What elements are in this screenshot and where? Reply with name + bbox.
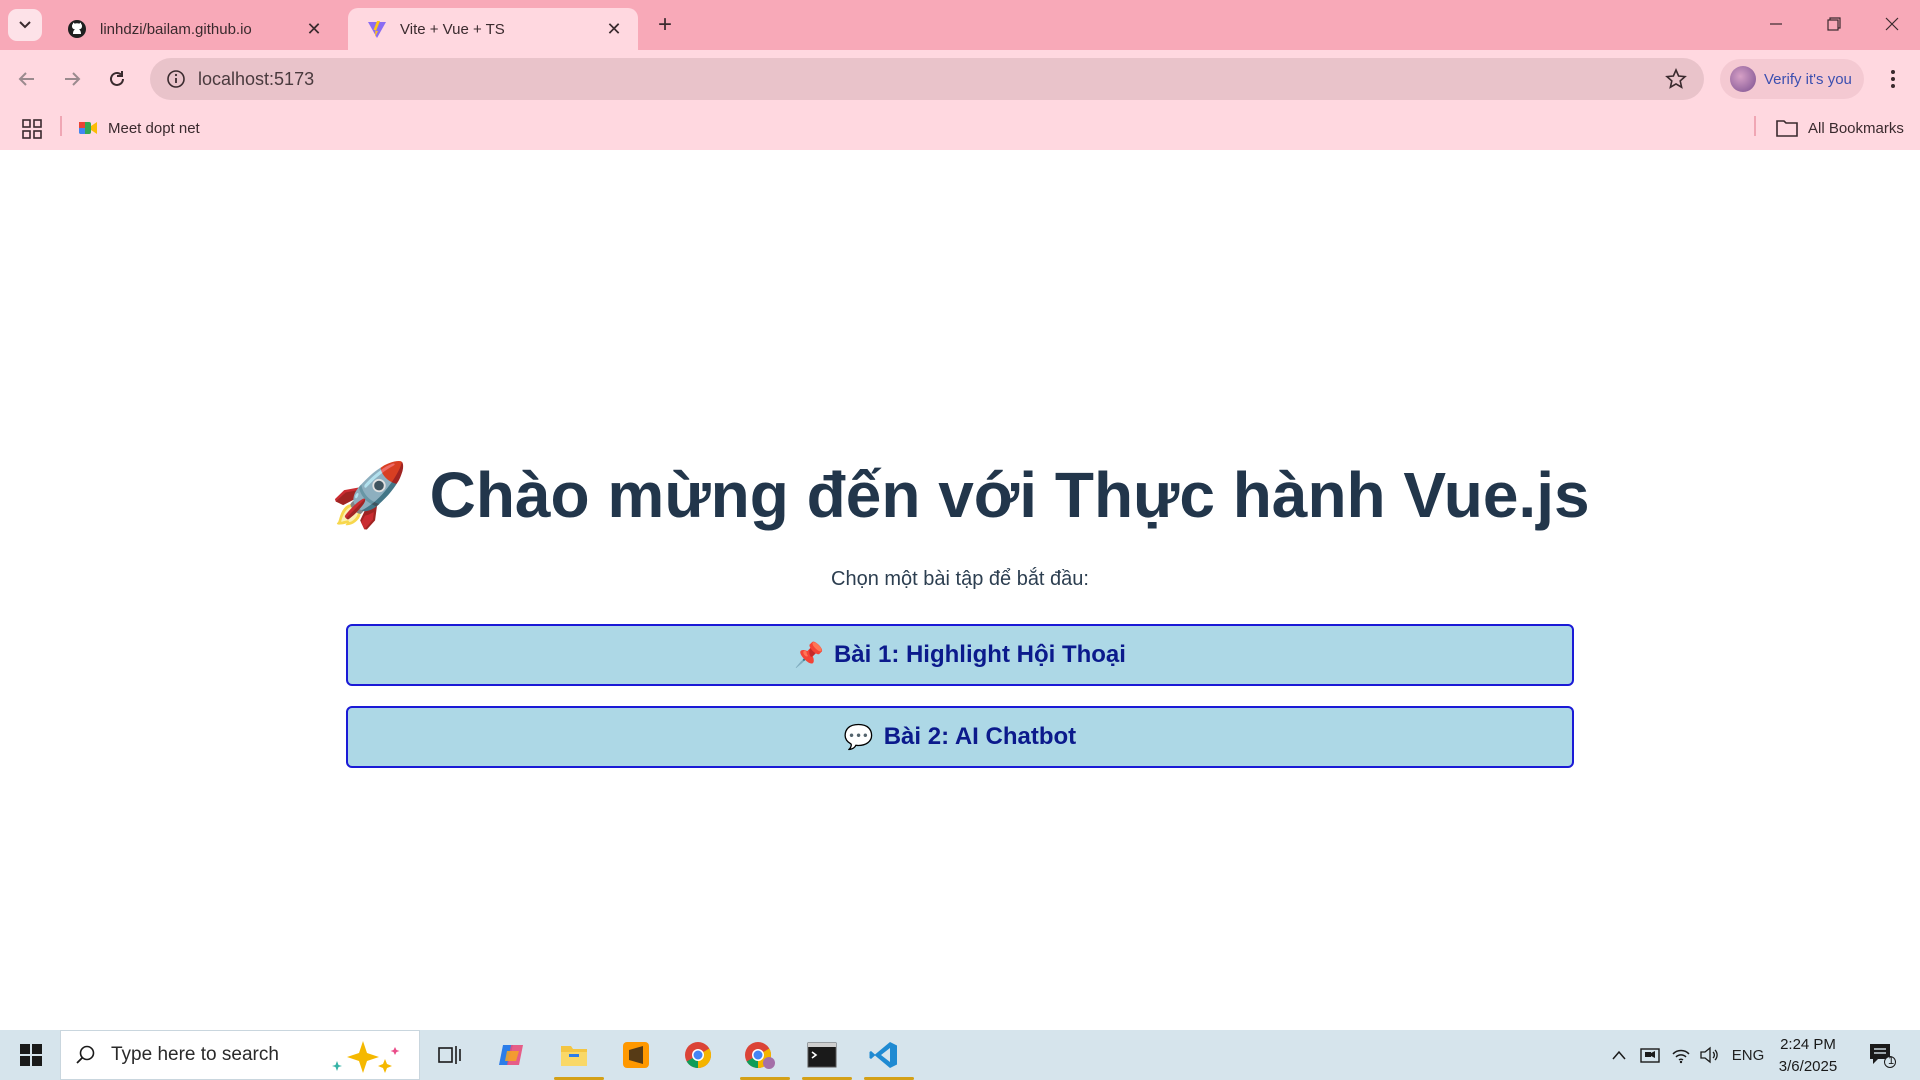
restore-button[interactable] <box>1806 0 1862 48</box>
page-title-text: Chào mừng đến với Thực hành Vue.js <box>429 459 1590 531</box>
rocket-icon: 🚀 <box>330 460 408 530</box>
task-view-button[interactable] <box>428 1035 472 1075</box>
file-explorer-icon <box>561 1046 587 1066</box>
clock-date: 3/6/2025 <box>1778 1058 1838 1075</box>
chrome-profile-icon <box>745 1042 775 1069</box>
search-icon <box>76 1045 95 1064</box>
site-info-icon[interactable] <box>154 69 198 89</box>
forward-button[interactable] <box>55 62 89 96</box>
bookmarks-bar: Meet dopt net All Bookmarks <box>0 108 1920 150</box>
terminal-button[interactable] <box>800 1035 852 1080</box>
bookmarks-divider <box>60 116 62 136</box>
notification-count: 1 <box>1888 1055 1895 1067</box>
vscode-button[interactable] <box>862 1035 914 1080</box>
show-hidden-icons-button[interactable] <box>1606 1030 1632 1080</box>
page-subtitle: Chọn một bài tập để bắt đầu: <box>831 568 1089 590</box>
task-view-icon <box>438 1046 461 1064</box>
address-bar[interactable]: localhost:5173 <box>150 58 1704 100</box>
clock-time: 2:24 PM <box>1780 1036 1836 1053</box>
copilot-button[interactable] <box>490 1035 534 1075</box>
profile-avatar <box>1730 66 1756 92</box>
bookmarks-divider <box>1754 116 1756 136</box>
copilot-icon <box>499 1045 523 1065</box>
close-tab-icon[interactable]: ✕ <box>604 19 624 39</box>
bookmark-label: Meet dopt net <box>108 119 200 137</box>
google-meet-icon <box>79 122 97 134</box>
browser-tab-strip: linhdzi/bailam.github.io ✕ Vite + Vue + … <box>0 0 1920 50</box>
chrome-button[interactable] <box>676 1035 720 1075</box>
taskbar-search-box[interactable]: Type here to search <box>60 1030 420 1080</box>
notifications-button[interactable]: 1 <box>1862 1038 1902 1072</box>
tab-title: Vite + Vue + TS <box>400 20 505 38</box>
github-icon <box>66 18 88 40</box>
minimize-button[interactable] <box>1748 0 1804 48</box>
arrow-right-icon <box>65 72 81 86</box>
meet-now-tray-icon[interactable] <box>1636 1030 1664 1080</box>
apps-grid-icon[interactable] <box>18 116 46 142</box>
more-vertical-icon <box>1891 70 1895 88</box>
new-tab-button[interactable]: + <box>650 10 680 40</box>
all-bookmarks-label: All Bookmarks <box>1808 119 1904 137</box>
restore-icon <box>1827 17 1841 31</box>
chevron-down-icon <box>19 21 31 29</box>
vscode-icon <box>869 1042 897 1068</box>
sparkle-icon <box>332 1041 400 1073</box>
search-placeholder: Type here to search <box>111 1044 279 1065</box>
sublime-text-button[interactable] <box>614 1035 658 1075</box>
tab-search-button[interactable] <box>8 9 42 41</box>
close-tab-icon[interactable]: ✕ <box>304 19 324 39</box>
reload-button[interactable] <box>100 62 134 96</box>
page-content: 🚀 Chào mừng đến với Thực hành Vue.js Chọ… <box>0 150 1920 1030</box>
input-language-indicator[interactable]: ENG <box>1730 1030 1766 1080</box>
exercise-1-button[interactable]: 📌 Bài 1: Highlight Hội Thoại <box>346 624 1574 686</box>
verify-label: Verify it's you <box>1764 70 1852 88</box>
tab-vite-vue[interactable]: Vite + Vue + TS ✕ <box>348 8 638 50</box>
tab-title: linhdzi/bailam.github.io <box>100 20 252 38</box>
exercise-2-button[interactable]: 💬 Bài 2: AI Chatbot <box>346 706 1574 768</box>
close-window-button[interactable] <box>1864 0 1920 48</box>
verify-profile-button[interactable]: Verify it's you <box>1720 59 1864 99</box>
chrome-icon <box>685 1042 712 1069</box>
page-title: 🚀 Chào mừng đến với Thực hành Vue.js <box>330 450 1589 540</box>
reload-icon <box>110 71 124 86</box>
windows-taskbar: Type here to search ENG 2:24 PM 3/6/2025… <box>0 1030 1920 1080</box>
speech-bubble-icon: 💬 <box>843 723 874 751</box>
arrow-left-icon <box>18 72 34 86</box>
chrome-profile-button[interactable] <box>738 1035 790 1080</box>
minimize-icon <box>1770 23 1782 25</box>
file-explorer-button[interactable] <box>552 1035 604 1080</box>
chevron-up-icon <box>1612 1050 1626 1060</box>
bookmark-meet-dopt-net[interactable]: Meet dopt net <box>78 114 200 142</box>
close-icon <box>1885 17 1899 31</box>
url-text[interactable]: localhost:5173 <box>198 69 1656 90</box>
sublime-text-icon <box>623 1042 649 1068</box>
wifi-icon[interactable] <box>1668 1030 1694 1080</box>
exercise-2-label: Bài 2: AI Chatbot <box>883 723 1077 750</box>
start-button[interactable] <box>8 1034 54 1076</box>
pushpin-icon: 📌 <box>794 641 824 669</box>
windows-logo-icon <box>20 1044 42 1066</box>
taskbar-clock[interactable]: 2:24 PM 3/6/2025 <box>1772 1034 1844 1078</box>
tab-github[interactable]: linhdzi/bailam.github.io ✕ <box>48 8 338 50</box>
exercise-1-label: Bài 1: Highlight Hội Thoại <box>833 641 1126 668</box>
folder-icon <box>1776 120 1798 137</box>
back-button[interactable] <box>10 62 44 96</box>
browser-menu-button[interactable] <box>1876 62 1910 96</box>
bookmark-star-icon[interactable] <box>1656 68 1696 90</box>
browser-toolbar: localhost:5173 Verify it's you <box>0 50 1920 108</box>
terminal-icon <box>807 1042 837 1068</box>
vite-icon <box>366 18 388 40</box>
volume-icon[interactable] <box>1696 1030 1722 1080</box>
all-bookmarks-button[interactable]: All Bookmarks <box>1776 114 1904 142</box>
